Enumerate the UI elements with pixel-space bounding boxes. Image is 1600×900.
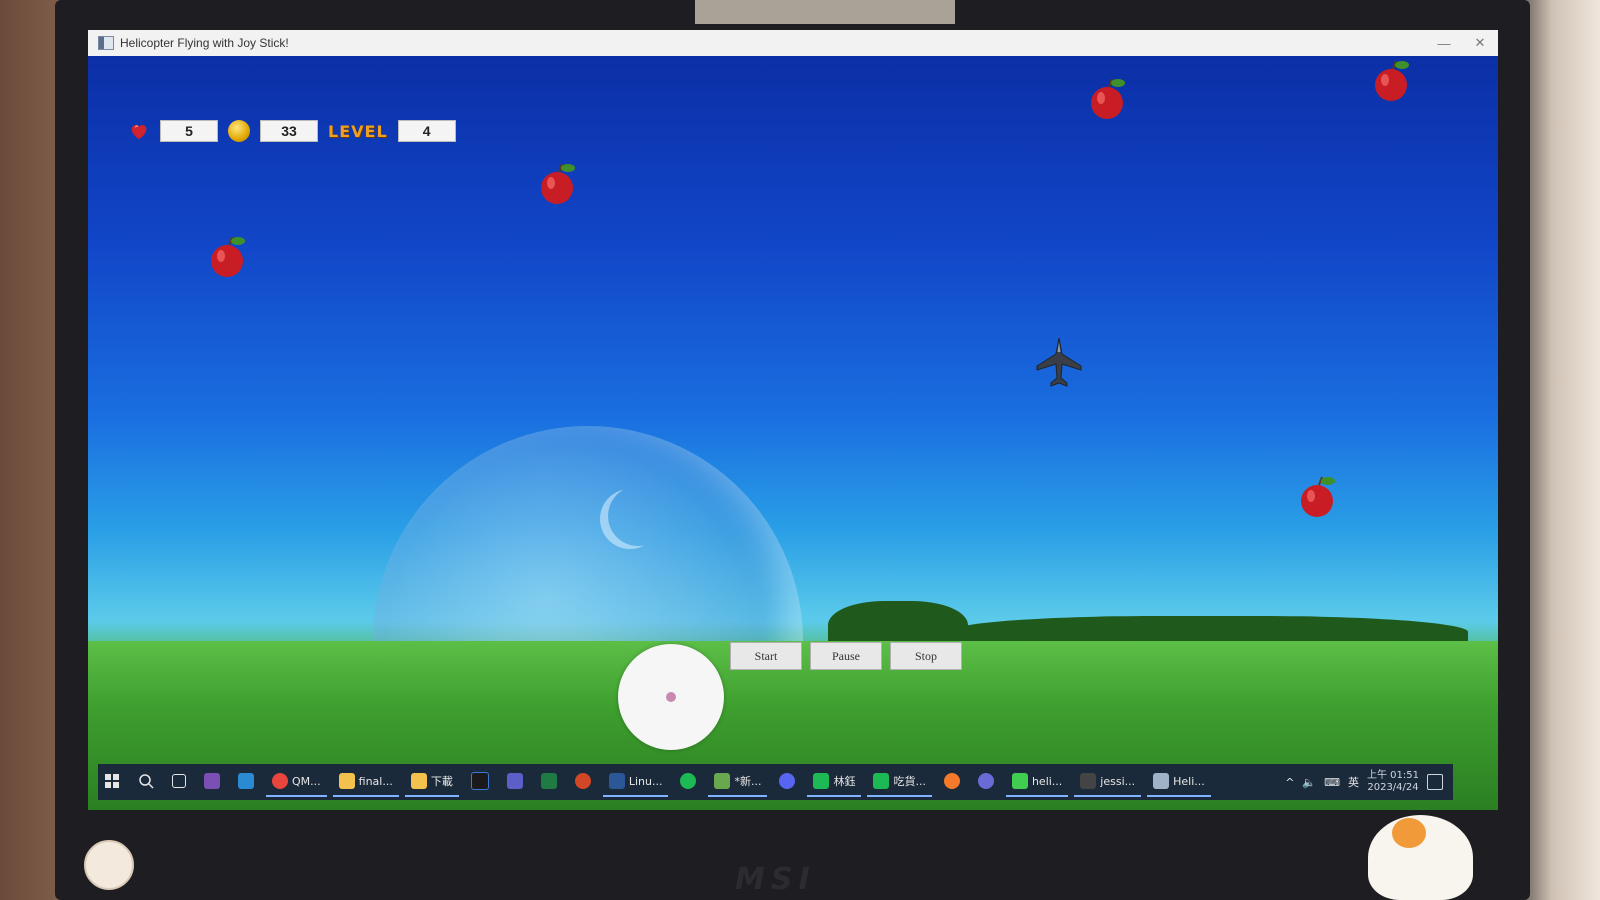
taskbar-item-label: jessi... (1100, 774, 1136, 788)
task-view-button[interactable] (166, 767, 192, 797)
taskbar-item-7[interactable]: heli... (1005, 767, 1069, 797)
window-title: Helicopter Flying with Joy Stick! (120, 36, 289, 50)
coins-counter: 33 (260, 120, 318, 142)
coin-icon (228, 120, 250, 142)
app-window-icon (1153, 773, 1170, 789)
chevron-up-icon[interactable]: ^ (1285, 776, 1294, 789)
minimize-button[interactable]: — (1426, 36, 1462, 51)
game-canvas[interactable]: 5 33 LEVEL 4 Start Pause Stop (88, 56, 1498, 810)
paw-sticker (84, 840, 134, 890)
contact-icon (813, 773, 830, 789)
taskbar-item-label: *新... (734, 775, 762, 788)
apple-icon (1375, 60, 1409, 101)
search-button[interactable] (132, 767, 160, 797)
intellij-icon (470, 772, 489, 790)
blender-button[interactable] (938, 767, 966, 797)
start-button[interactable]: Start (730, 642, 802, 670)
notepad-icon (714, 773, 731, 789)
vscode-button[interactable] (232, 767, 260, 797)
notification-icon[interactable] (1427, 774, 1443, 790)
obs-icon (977, 773, 994, 789)
window-icon (98, 36, 114, 50)
windows-icon (105, 774, 119, 788)
excel-button[interactable] (535, 767, 563, 797)
chrome-icon (272, 773, 288, 789)
clock[interactable]: 上午 01:51 2023/4/24 (1367, 770, 1419, 794)
task-view-icon (172, 774, 186, 788)
hud-bar: 5 33 LEVEL 4 (128, 120, 456, 142)
discord-button[interactable] (773, 767, 801, 797)
system-tray: ^ 🔈 ⌨ 英 上午 01:51 2023/4/24 (1285, 770, 1453, 794)
start-menu-button[interactable] (98, 767, 126, 797)
intellij-button[interactable] (465, 767, 495, 797)
speaker-icon[interactable]: 🔈 (1302, 776, 1316, 789)
word-icon (608, 773, 625, 789)
heart-icon (131, 125, 147, 140)
taskbar-item-label: final... (358, 774, 393, 788)
apple-icon (211, 236, 245, 277)
folder-icon (410, 773, 427, 789)
spotify-icon (680, 773, 697, 789)
taskbar-item-label: Linu... (628, 774, 663, 788)
taskbar-item-5[interactable]: 林鈺 (807, 767, 862, 797)
lives-counter: 5 (160, 120, 218, 142)
apple-icon (1301, 476, 1335, 517)
taskbar-item-label: Heli... (1173, 774, 1205, 788)
terminal-icon (1080, 773, 1097, 789)
teams-icon (506, 773, 523, 789)
spotify-button[interactable] (674, 767, 702, 797)
visual-studio-icon (204, 773, 220, 789)
qt-icon (1011, 773, 1028, 789)
title-bar: Helicopter Flying with Joy Stick! — ✕ (88, 30, 1498, 57)
taskbar-item-2[interactable]: 下載 (404, 767, 459, 797)
taskbar-item-6[interactable]: 吃貨... (867, 767, 932, 797)
powerpoint-icon (574, 773, 591, 789)
taskbar-item-label: 林鈺 (833, 775, 856, 788)
taskbar-item-label: 吃貨... (893, 775, 926, 788)
cat-sticker-patch (1392, 818, 1426, 848)
tape-strip (695, 0, 955, 24)
game-window: Helicopter Flying with Joy Stick! — ✕ 5 … (88, 30, 1498, 810)
taskbar-item-8[interactable]: jessi... (1074, 767, 1142, 797)
search-icon (139, 774, 154, 789)
moon-graphic (608, 486, 668, 546)
powerpoint-button[interactable] (569, 767, 597, 797)
visual-studio-button[interactable] (198, 767, 226, 797)
ime-indicator[interactable]: 英 (1348, 774, 1359, 790)
taskbar-item-3[interactable]: Linu... (602, 767, 669, 797)
taskbar-item-label: QM... (292, 774, 321, 788)
taskbar-item-9[interactable]: Heli... (1147, 767, 1211, 797)
group-icon (873, 773, 890, 789)
taskbar-item-label: 下載 (430, 775, 453, 788)
teams-button[interactable] (501, 767, 529, 797)
apple-icon (1091, 78, 1125, 119)
level-label: LEVEL (328, 121, 388, 141)
clock-date: 2023/4/24 (1367, 782, 1419, 793)
blender-icon (943, 773, 960, 789)
discord-icon (779, 773, 796, 789)
msi-logo: MSI (735, 862, 816, 897)
taskbar-item-0[interactable]: QM... (266, 767, 327, 797)
pause-button[interactable]: Pause (810, 642, 882, 670)
folder-icon (338, 773, 355, 789)
joystick-knob[interactable] (666, 692, 676, 702)
stop-button[interactable]: Stop (890, 642, 962, 670)
fighter-jet-icon[interactable] (1033, 336, 1085, 388)
vscode-icon (238, 773, 254, 789)
obs-button[interactable] (972, 767, 1000, 797)
joystick-pad[interactable] (618, 644, 724, 750)
taskbar-item-4[interactable]: *新... (708, 767, 768, 797)
taskbar: QM... final... 下載 Linu... *新... 林鈺 吃貨... (98, 764, 1453, 800)
level-counter: 4 (397, 120, 456, 142)
taskbar-item-label: heli... (1031, 774, 1063, 788)
control-buttons: Start Pause Stop (730, 642, 962, 670)
excel-icon (540, 773, 557, 789)
clock-time: 上午 01:51 (1367, 770, 1419, 781)
apple-icon (541, 163, 575, 204)
close-button[interactable]: ✕ (1462, 35, 1498, 51)
keyboard-icon[interactable]: ⌨ (1324, 776, 1340, 789)
taskbar-item-1[interactable]: final... (332, 767, 399, 797)
